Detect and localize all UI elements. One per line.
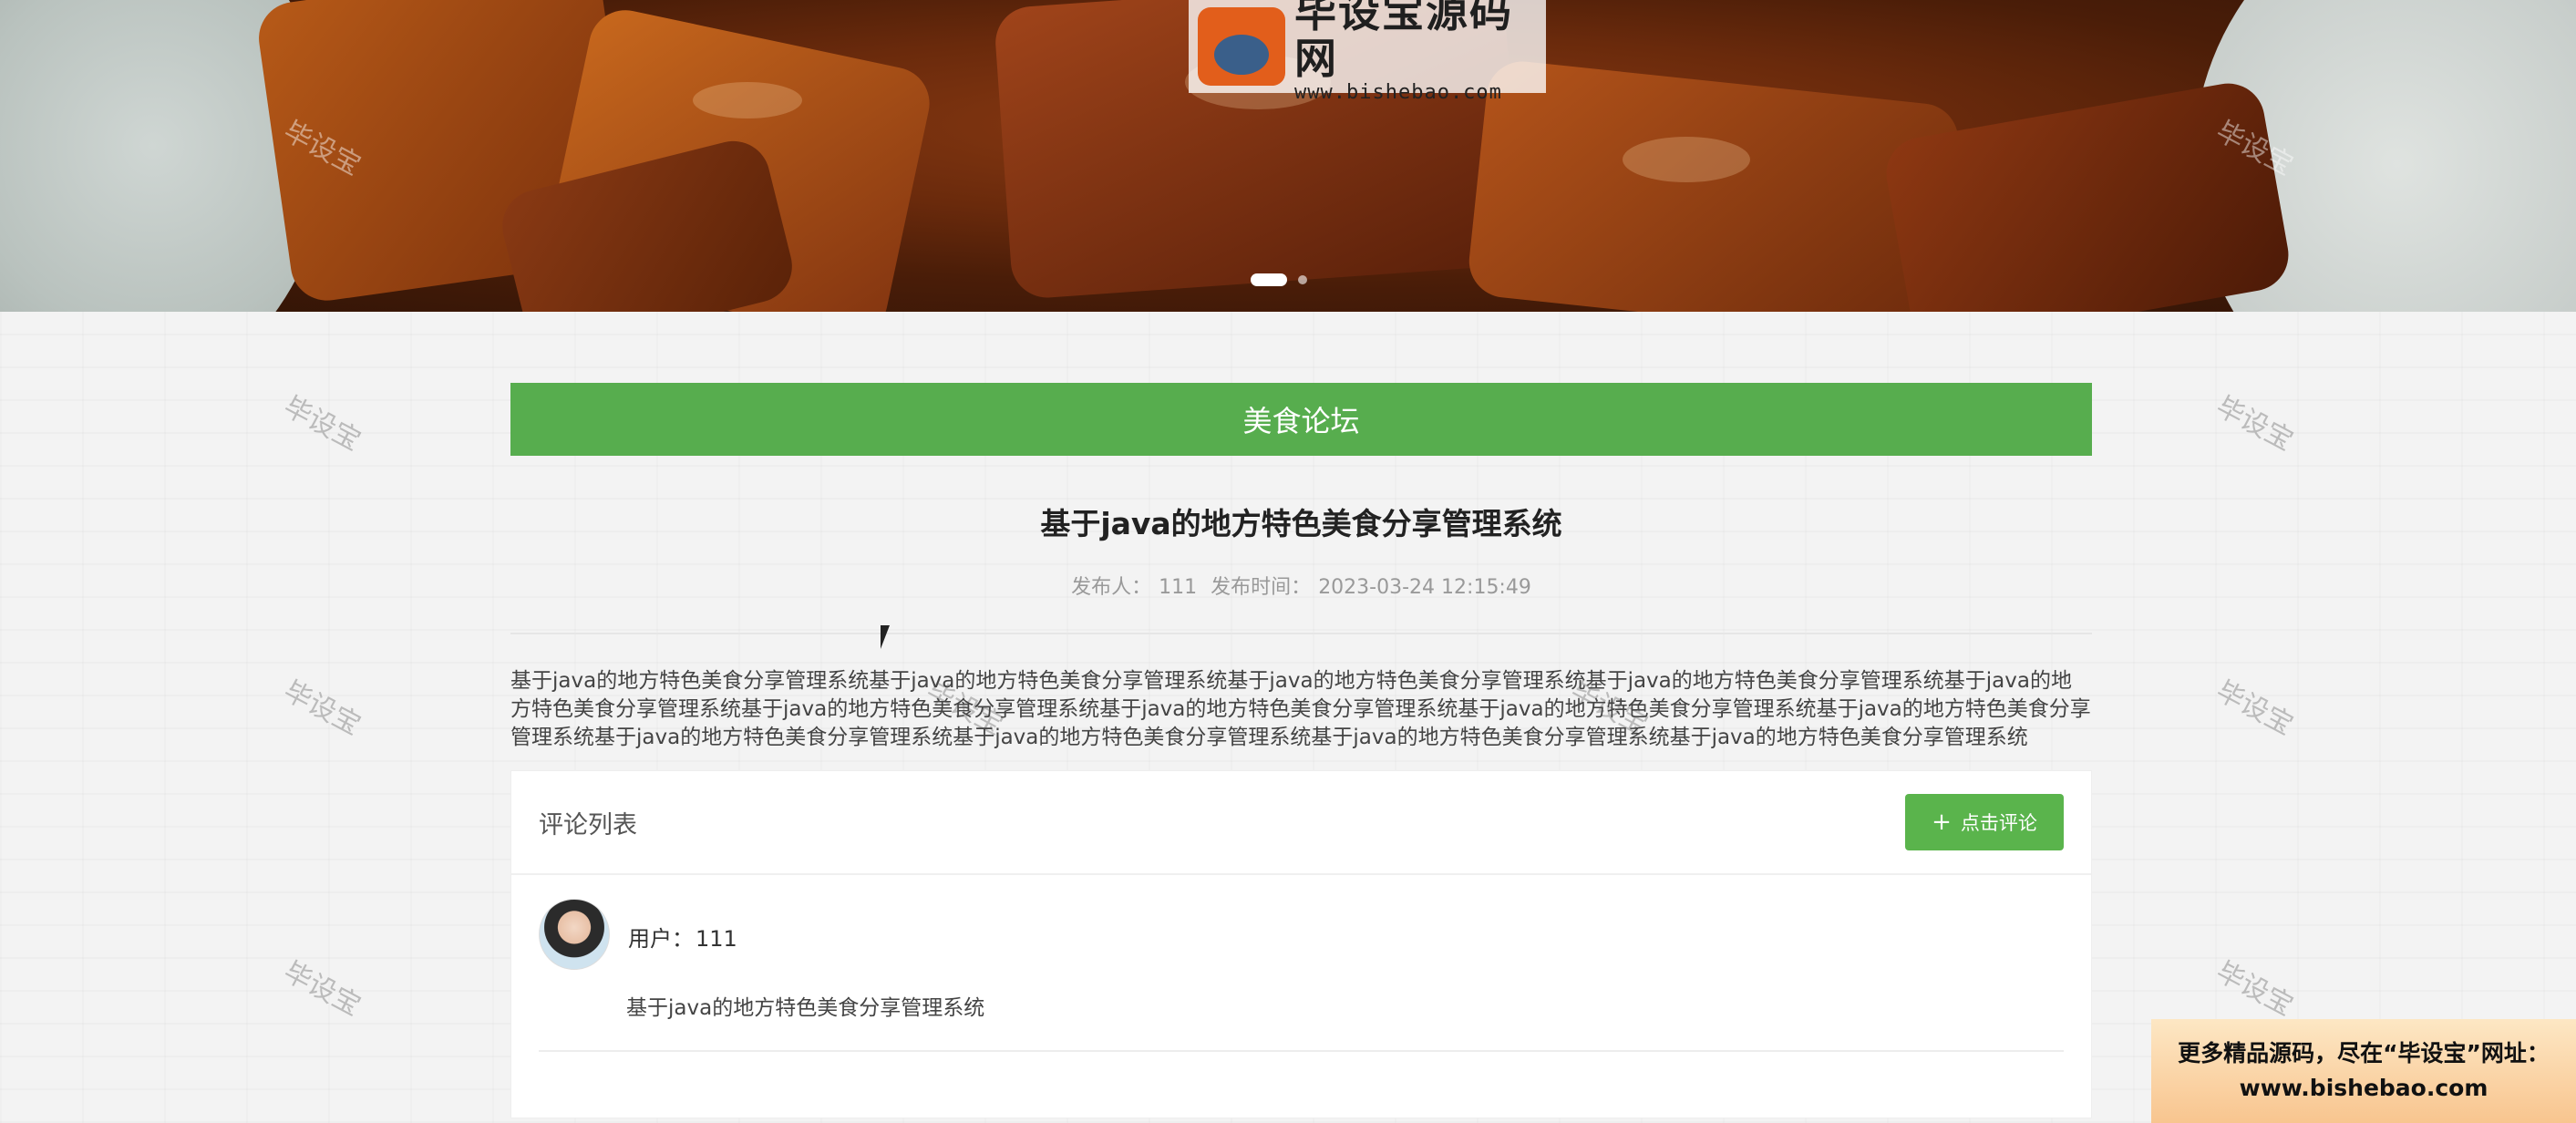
- comments-panel: 评论列表 + 点击评论 用户：111 基于java的地方特色美食分享管理系统: [510, 770, 2092, 1118]
- forum-detail-container: 美食论坛 基于java的地方特色美食分享管理系统 发布人： 111 发布时间： 20…: [510, 383, 2092, 1118]
- post-author-label: 发布人：: [1071, 576, 1152, 599]
- comments-title: 评论列表: [539, 810, 637, 840]
- watermark: 毕设宝: [2210, 390, 2299, 458]
- comment-item: 用户：111 基于java的地方特色美食分享管理系统: [539, 899, 2064, 1052]
- carousel-dot[interactable]: [1298, 275, 1307, 284]
- logo-url: www.bishebao.com: [1294, 80, 1502, 104]
- add-comment-label: 点击评论: [1960, 812, 2037, 834]
- post-meta: 发布人： 111 发布时间： 2023-03-24 12:15:49: [510, 571, 2092, 600]
- add-comment-button[interactable]: + 点击评论: [1905, 794, 2064, 850]
- corner-ad-line1: 更多精品源码，尽在“毕设宝”网址：: [2178, 1040, 2550, 1066]
- post-author: 111: [1159, 576, 1198, 599]
- plus-icon: +: [1932, 809, 1952, 836]
- avatar: [539, 899, 610, 970]
- comments-header: 评论列表 + 点击评论: [511, 771, 2091, 875]
- comment-user: 用户：111: [626, 921, 737, 953]
- comment-text: 基于java的地方特色美食分享管理系统: [626, 996, 985, 1020]
- banner-carousel[interactable]: 毕设宝源码网 www.bishebao.com 毕设宝 毕设宝: [0, 0, 2576, 312]
- forum-section-title: 美食论坛: [1242, 404, 1360, 438]
- corner-ad[interactable]: 更多精品源码，尽在“毕设宝”网址： www.bishebao.com: [2151, 1019, 2576, 1123]
- comment-user-label: 用户：: [628, 926, 694, 952]
- watermark: 毕设宝: [2210, 955, 2299, 1023]
- post-title: 基于java的地方特色美食分享管理系统: [1040, 506, 1562, 541]
- divider: [510, 633, 2092, 634]
- watermark: 毕设宝: [278, 390, 366, 458]
- comment-user-name: 111: [696, 926, 737, 952]
- mouse-cursor-icon: [881, 625, 897, 649]
- logo-name: 毕设宝源码网: [1294, 0, 1513, 83]
- banner-highlight: [693, 82, 802, 118]
- logo-icon: [1198, 7, 1285, 86]
- post-time-label: 发布时间：: [1211, 576, 1312, 599]
- corner-ad-line2: www.bishebao.com: [2239, 1075, 2488, 1101]
- site-logo-watermark: 毕设宝源码网 www.bishebao.com: [1189, 0, 1546, 103]
- watermark: 毕设宝: [278, 675, 366, 742]
- watermark: 毕设宝: [278, 955, 366, 1023]
- banner-highlight: [1623, 137, 1750, 182]
- forum-section-header: 美食论坛: [510, 383, 2092, 456]
- post-time: 2023-03-24 12:15:49: [1318, 576, 1531, 599]
- carousel-dot-active[interactable]: [1251, 273, 1287, 286]
- watermark: 毕设宝: [2210, 675, 2299, 742]
- post-body: 基于java的地方特色美食分享管理系统基于java的地方特色美食分享管理系统基于…: [510, 669, 2091, 749]
